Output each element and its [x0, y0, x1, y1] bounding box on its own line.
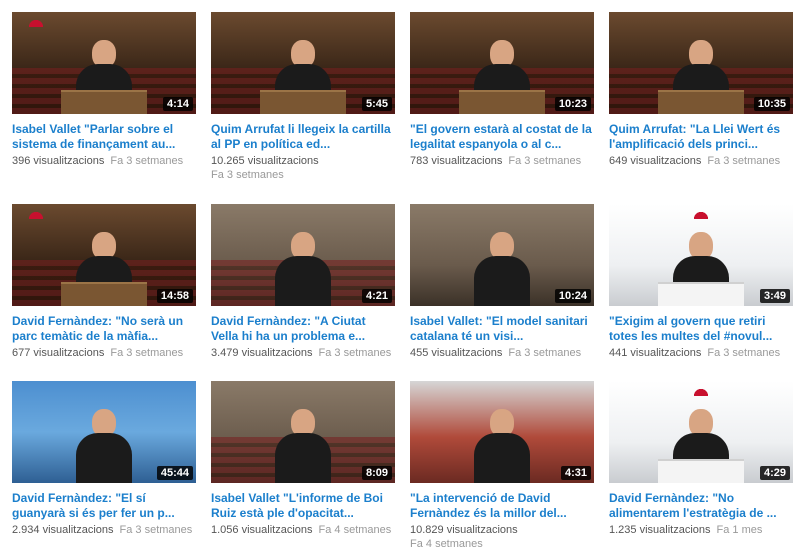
video-title-link[interactable]: Isabel Vallet "Parlar sobre el sistema d… — [12, 122, 196, 152]
upload-age: Fa 3 setmanes — [318, 347, 392, 359]
video-title-link[interactable]: David Fernàndez: "El sí guanyarà si és p… — [12, 491, 196, 521]
video-card[interactable]: 4:21 David Fernàndez: "A Ciutat Vella hi… — [211, 204, 397, 360]
video-thumbnail[interactable]: 10:24 — [410, 204, 594, 306]
video-thumbnail[interactable]: 14:58 — [12, 204, 196, 306]
view-count: 1.235 visualitzacions — [609, 524, 711, 536]
video-meta: 3.479 visualitzacions Fa 3 setmanes — [211, 346, 397, 360]
duration-badge: 4:31 — [560, 466, 591, 480]
upload-age: Fa 3 setmanes — [508, 155, 582, 167]
parliament-logo-icon — [691, 384, 711, 396]
video-card[interactable]: 5:45 Quim Arrufat li llegeix la cartilla… — [211, 12, 397, 182]
parliament-logo-icon — [26, 15, 46, 27]
video-card[interactable]: 4:14 Isabel Vallet "Parlar sobre el sist… — [12, 12, 198, 168]
video-thumbnail[interactable]: 4:21 — [211, 204, 395, 306]
upload-age: Fa 1 mes — [716, 524, 763, 536]
video-title-link[interactable]: Isabel Vallet: "El model sanitari catala… — [410, 314, 594, 344]
video-meta: 455 visualitzacions Fa 3 setmanes — [410, 346, 596, 360]
view-count: 441 visualitzacions — [609, 347, 702, 359]
video-meta: 677 visualitzacions Fa 3 setmanes — [12, 346, 198, 360]
video-thumbnail[interactable]: 45:44 — [12, 381, 196, 483]
video-card[interactable]: 4:29 David Fernàndez: "No alimentarem l'… — [609, 381, 795, 537]
video-title-link[interactable]: "Exigim al govern que retiri totes les m… — [609, 314, 793, 344]
duration-badge: 45:44 — [156, 466, 193, 480]
video-thumbnail[interactable]: 4:31 — [410, 381, 594, 483]
video-meta: 783 visualitzacions Fa 3 setmanes — [410, 154, 596, 168]
video-title-link[interactable]: "La intervenció de David Fernàndez és la… — [410, 491, 594, 521]
duration-badge: 4:29 — [759, 466, 790, 480]
video-title-link[interactable]: Isabel Vallet "L'informe de Boi Ruiz est… — [211, 491, 395, 521]
duration-badge: 10:23 — [554, 97, 591, 111]
upload-age: Fa 3 setmanes — [707, 155, 781, 167]
video-title-link[interactable]: "El govern estarà al costat de la legali… — [410, 122, 594, 152]
duration-badge: 8:09 — [361, 466, 392, 480]
video-thumbnail[interactable]: 10:35 — [609, 12, 793, 114]
video-meta: 441 visualitzacions Fa 3 setmanes — [609, 346, 795, 360]
video-card[interactable]: 4:31 "La intervenció de David Fernàndez … — [410, 381, 596, 551]
upload-age: Fa 3 setmanes — [508, 347, 582, 359]
video-thumbnail[interactable]: 4:14 — [12, 12, 196, 114]
video-grid: 4:14 Isabel Vallet "Parlar sobre el sist… — [0, 0, 804, 550]
video-thumbnail[interactable]: 3:49 — [609, 204, 793, 306]
parliament-logo-icon — [691, 207, 711, 219]
duration-badge: 10:35 — [753, 97, 790, 111]
view-count: 10.265 visualitzacions — [211, 155, 319, 167]
upload-age: Fa 3 setmanes — [119, 524, 193, 536]
duration-badge: 5:45 — [361, 97, 392, 111]
video-thumbnail[interactable]: 5:45 — [211, 12, 395, 114]
upload-age: Fa 4 setmanes — [410, 538, 483, 550]
video-card[interactable]: 10:35 Quim Arrufat: "La Llei Wert és l'a… — [609, 12, 795, 168]
view-count: 10.829 visualitzacions — [410, 524, 518, 536]
view-count: 1.056 visualitzacions — [211, 524, 313, 536]
view-count: 2.934 visualitzacions — [12, 524, 114, 536]
duration-badge: 4:21 — [361, 289, 392, 303]
view-count: 649 visualitzacions — [609, 155, 702, 167]
duration-badge: 10:24 — [554, 289, 591, 303]
video-title-link[interactable]: David Fernàndez: "No alimentarem l'estra… — [609, 491, 793, 521]
view-count: 677 visualitzacions — [12, 347, 105, 359]
view-count: 396 visualitzacions — [12, 155, 105, 167]
video-card[interactable]: 14:58 David Fernàndez: "No serà un parc … — [12, 204, 198, 360]
video-thumbnail[interactable]: 8:09 — [211, 381, 395, 483]
video-card[interactable]: 8:09 Isabel Vallet "L'informe de Boi Rui… — [211, 381, 397, 537]
video-title-link[interactable]: David Fernàndez: "A Ciutat Vella hi ha u… — [211, 314, 395, 344]
video-meta: 10.829 visualitzacions Fa 4 setmanes — [410, 523, 596, 551]
video-title-link[interactable]: Quim Arrufat: "La Llei Wert és l'amplifi… — [609, 122, 793, 152]
video-thumbnail[interactable]: 10:23 — [410, 12, 594, 114]
view-count: 455 visualitzacions — [410, 347, 503, 359]
duration-badge: 3:49 — [759, 289, 790, 303]
video-meta: 649 visualitzacions Fa 3 setmanes — [609, 154, 795, 168]
video-meta: 10.265 visualitzacions Fa 3 setmanes — [211, 154, 397, 182]
upload-age: Fa 4 setmanes — [318, 524, 392, 536]
upload-age: Fa 3 setmanes — [110, 347, 184, 359]
video-meta: 1.235 visualitzacions Fa 1 mes — [609, 523, 795, 537]
upload-age: Fa 3 setmanes — [707, 347, 781, 359]
duration-badge: 4:14 — [162, 97, 193, 111]
video-title-link[interactable]: David Fernàndez: "No serà un parc temàti… — [12, 314, 196, 344]
video-card[interactable]: 10:24 Isabel Vallet: "El model sanitari … — [410, 204, 596, 360]
video-meta: 396 visualitzacions Fa 3 setmanes — [12, 154, 198, 168]
video-thumbnail[interactable]: 4:29 — [609, 381, 793, 483]
video-meta: 2.934 visualitzacions Fa 3 setmanes — [12, 523, 198, 537]
video-card[interactable]: 10:23 "El govern estarà al costat de la … — [410, 12, 596, 168]
video-title-link[interactable]: Quim Arrufat li llegeix la cartilla al P… — [211, 122, 395, 152]
video-card[interactable]: 45:44 David Fernàndez: "El sí guanyarà s… — [12, 381, 198, 537]
upload-age: Fa 3 setmanes — [211, 169, 284, 181]
view-count: 3.479 visualitzacions — [211, 347, 313, 359]
video-card[interactable]: 3:49 "Exigim al govern que retiri totes … — [609, 204, 795, 360]
upload-age: Fa 3 setmanes — [110, 155, 184, 167]
parliament-logo-icon — [26, 207, 46, 219]
duration-badge: 14:58 — [156, 289, 193, 303]
view-count: 783 visualitzacions — [410, 155, 503, 167]
video-meta: 1.056 visualitzacions Fa 4 setmanes — [211, 523, 397, 537]
